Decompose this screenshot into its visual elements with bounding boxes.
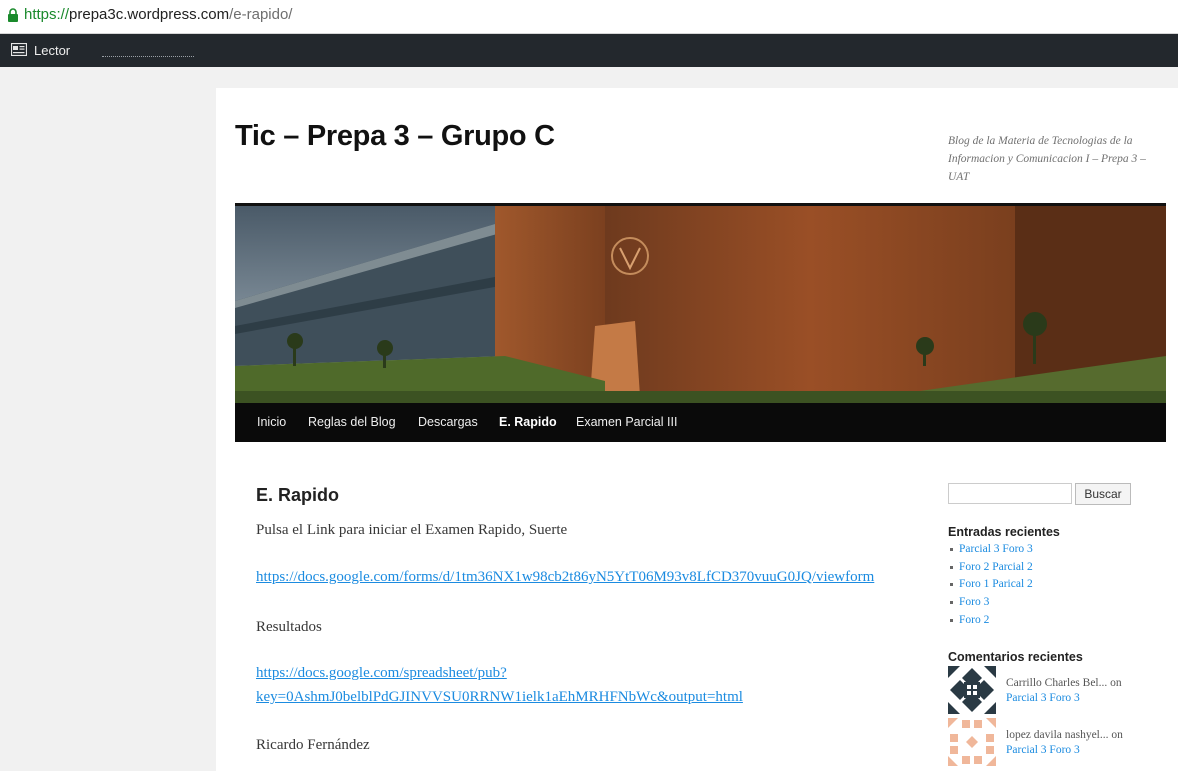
recent-post-link[interactable]: Foro 3 <box>959 596 989 608</box>
results-label: Resultados <box>256 619 322 635</box>
nav-item-descargas[interactable]: Descargas <box>418 415 478 429</box>
recent-post-link[interactable]: Parcial 3 Foro 3 <box>959 543 1033 555</box>
recent-comments-title: Comentarios recientes <box>948 650 1083 664</box>
comment-on: on <box>1111 729 1123 741</box>
comment-on: on <box>1110 677 1122 689</box>
recent-posts-title: Entradas recientes <box>948 525 1060 539</box>
list-item[interactable]: Foro 1 Parical 2 <box>950 576 1033 594</box>
url-text[interactable]: https://prepa3c.wordpress.com/e-rapido/ <box>24 6 292 23</box>
comment-post-link[interactable]: Parcial 3 Foro 3 <box>1006 692 1080 704</box>
recent-post-link[interactable]: Foro 2 <box>959 614 989 626</box>
comment-author: Carrillo Charles Bel... <box>1006 677 1108 689</box>
avatar[interactable] <box>948 666 996 714</box>
recent-posts-list: Parcial 3 Foro 3 Foro 2 Parcial 2 Foro 1… <box>950 541 1033 630</box>
nav-item-examen-parcial[interactable]: Examen Parcial III <box>576 415 677 429</box>
comment-text: Carrillo Charles Bel... on Parcial 3 For… <box>1006 676 1122 706</box>
list-item[interactable]: Foro 3 <box>950 594 1033 612</box>
bullet <box>950 618 953 622</box>
search-input[interactable] <box>948 483 1072 504</box>
list-item[interactable]: Foro 2 Parcial 2 <box>950 559 1033 577</box>
list-item[interactable]: Parcial 3 Foro 3 <box>950 541 1033 559</box>
reader-link[interactable]: Lector <box>34 43 70 58</box>
entry-author: Ricardo Fernández <box>256 737 370 753</box>
admin-bar-placeholder <box>102 56 194 57</box>
url-scheme: https:// <box>24 6 70 23</box>
recent-post-link[interactable]: Foro 1 Parical 2 <box>959 578 1033 590</box>
bullet <box>950 583 953 587</box>
avatar[interactable] <box>948 718 996 766</box>
recent-comment: Carrillo Charles Bel... on Parcial 3 For… <box>948 666 1168 714</box>
header-image[interactable] <box>235 203 1166 403</box>
entry-intro: Pulsa el Link para iniciar el Examen Rap… <box>256 522 568 538</box>
site-description: Blog de la Materia de Tecnologias de la … <box>948 135 1146 183</box>
reader-icon[interactable] <box>11 43 27 56</box>
bullet <box>950 565 953 569</box>
nav-item-reglas[interactable]: Reglas del Blog <box>308 415 396 429</box>
nav-item-e-rapido[interactable]: E. Rapido <box>499 415 557 429</box>
comment-post-link[interactable]: Parcial 3 Foro 3 <box>1006 744 1080 756</box>
main-navigation: Inicio Reglas del Blog Descargas E. Rapi… <box>235 403 1166 442</box>
form-link[interactable]: https://docs.google.com/forms/d/1tm36NX1… <box>256 569 874 586</box>
wp-admin-bar: Lector <box>0 34 1178 67</box>
nav-item-inicio[interactable]: Inicio <box>257 415 286 429</box>
recent-post-link[interactable]: Foro 2 Parcial 2 <box>959 561 1033 573</box>
url-host: prepa3c.wordpress.com <box>69 6 230 23</box>
entry-title: E. Rapido <box>256 485 340 505</box>
results-link-line-1[interactable]: https://docs.google.com/spreadsheet/pub? <box>256 665 507 682</box>
lock-icon <box>8 8 18 22</box>
bullet <box>950 547 953 551</box>
browser-address-bar[interactable]: https://prepa3c.wordpress.com/e-rapido/ <box>0 0 1178 34</box>
header-photo <box>235 206 1166 403</box>
bullet <box>950 600 953 604</box>
search-button[interactable]: Buscar <box>1075 483 1131 505</box>
results-link-line-2[interactable]: key=0AshmJ0belblPdGJINVVSU0RRNW1ielk1aEh… <box>256 689 743 706</box>
comment-text: lopez davila nashyel... on Parcial 3 For… <box>1006 728 1123 758</box>
comment-author: lopez davila nashyel... <box>1006 729 1109 741</box>
recent-comment: lopez davila nashyel... on Parcial 3 For… <box>948 718 1168 766</box>
site-title[interactable]: Tic – Prepa 3 – Grupo C <box>235 120 555 153</box>
url-path: /e-rapido/ <box>229 6 293 23</box>
list-item[interactable]: Foro 2 <box>950 612 1033 630</box>
